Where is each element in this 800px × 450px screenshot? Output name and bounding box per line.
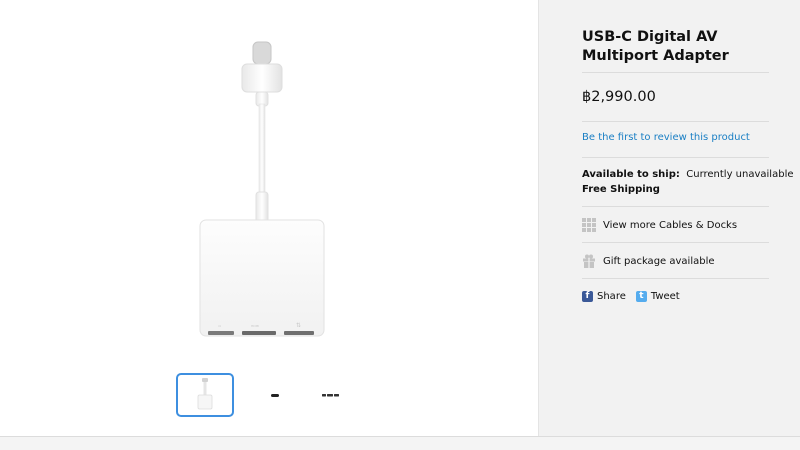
- more-cables-docks-link[interactable]: View more Cables & Docks: [582, 217, 737, 233]
- social-share-row: f Share t Tweet: [582, 291, 690, 302]
- divider: [582, 121, 769, 122]
- availability-label: Available to ship:: [582, 169, 680, 180]
- availability-line: Available to ship: Currently unavailable: [582, 169, 794, 180]
- product-gallery: ▭ HDMI ⇅: [0, 0, 538, 436]
- tweet-button[interactable]: t Tweet: [635, 291, 680, 302]
- divider: [582, 157, 769, 158]
- thumbnail-strip: [176, 373, 376, 417]
- more-cables-docks-label: View more Cables & Docks: [603, 219, 738, 231]
- svg-text:HDMI: HDMI: [251, 324, 259, 328]
- product-title: USB-C Digital AV Multiport Adapter: [582, 29, 729, 64]
- svg-text:⇅: ⇅: [296, 322, 301, 329]
- thumbnail-front-view[interactable]: [176, 373, 234, 417]
- grid-icon: [582, 218, 596, 232]
- tweet-label: Tweet: [650, 291, 680, 302]
- svg-text:▭: ▭: [218, 324, 221, 328]
- product-info-panel: USB-C Digital AV Multiport Adapter ฿2,99…: [538, 0, 800, 436]
- gift-package-link[interactable]: Gift package available: [582, 253, 715, 269]
- divider: [582, 278, 769, 279]
- divider: [582, 242, 769, 243]
- availability-value: Currently unavailable: [686, 169, 794, 180]
- bottom-bar: [0, 436, 800, 450]
- product-page: ▭ HDMI ⇅ USB-C Digital AV Multiport Adap…: [0, 0, 800, 450]
- thumbnail-ports-view[interactable]: [302, 373, 360, 417]
- twitter-icon: t: [635, 291, 647, 302]
- share-label: Share: [597, 291, 626, 302]
- divider: [582, 72, 769, 73]
- divider: [582, 206, 769, 207]
- thumbnail-usb-c-end[interactable]: [246, 373, 304, 417]
- share-button[interactable]: f Share: [582, 291, 626, 302]
- gift-icon: [582, 254, 596, 268]
- product-image[interactable]: ▭ HDMI ⇅: [150, 30, 380, 360]
- facebook-icon: f: [582, 291, 593, 302]
- shipping-text: Free Shipping: [582, 184, 660, 195]
- product-price: ฿2,990.00: [582, 89, 656, 105]
- gift-package-label: Gift package available: [603, 255, 715, 267]
- review-link[interactable]: Be the first to review this product: [582, 132, 750, 143]
